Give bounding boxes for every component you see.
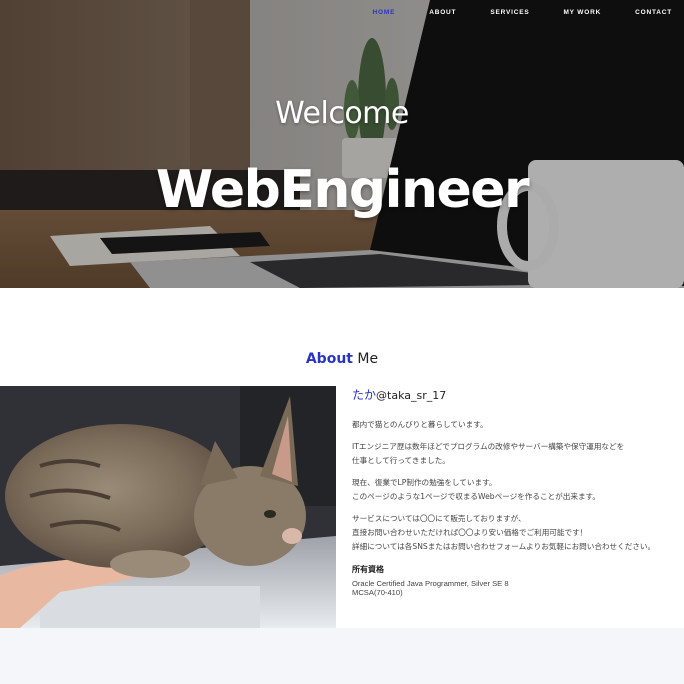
profile-name: たか@taka_sr_17 [352, 386, 672, 404]
profile-panel: たか@taka_sr_17 都内で猫とのんびりと暮らしています。 ITエンジニア… [352, 386, 672, 597]
about-section-heading: About Me [0, 351, 684, 367]
hero-title: WebEngineer [155, 160, 530, 220]
profile-paragraph: 現在、復業でLP制作の勉強をしています。 このページのような1ページで収まるWe… [352, 478, 600, 501]
qualification-item: MCSA(70-410) [352, 588, 403, 597]
qualification-item: Oracle Certified Java Programmer, Silver… [352, 579, 509, 588]
next-section-band [0, 628, 684, 684]
profile-name-accent: たか [352, 388, 377, 402]
profile-paragraph: サービスについては〇〇にて販売しておりますが、 直接お問い合わせいただければ〇〇… [352, 514, 656, 551]
qualifications-title: 所有資格 [352, 565, 384, 574]
profile-handle: @taka_sr_17 [376, 389, 447, 402]
about-heading-accent: About [305, 351, 353, 367]
cat-photo [0, 386, 336, 628]
profile-paragraph: 都内で猫とのんびりと暮らしています。 [352, 420, 488, 429]
top-navigation: HOME ABOUT SERVICES MY WORK CONTACT [0, 0, 684, 24]
hero-background-photo [0, 0, 684, 288]
nav-item-about[interactable]: ABOUT [429, 9, 456, 16]
hero-welcome-text: Welcome [275, 96, 409, 131]
nav-item-home[interactable]: HOME [373, 9, 396, 16]
about-heading-rest: Me [352, 351, 379, 367]
nav-item-services[interactable]: SERVICES [490, 9, 529, 16]
hero-section: Welcome WebEngineer [0, 0, 684, 288]
nav-item-my-work[interactable]: MY WORK [563, 9, 601, 16]
profile-paragraph: ITエンジニア歴は数年ほどでプログラムの改修やサーバー構築や保守運用などを 仕事… [352, 442, 625, 465]
nav-item-contact[interactable]: CONTACT [635, 9, 672, 16]
